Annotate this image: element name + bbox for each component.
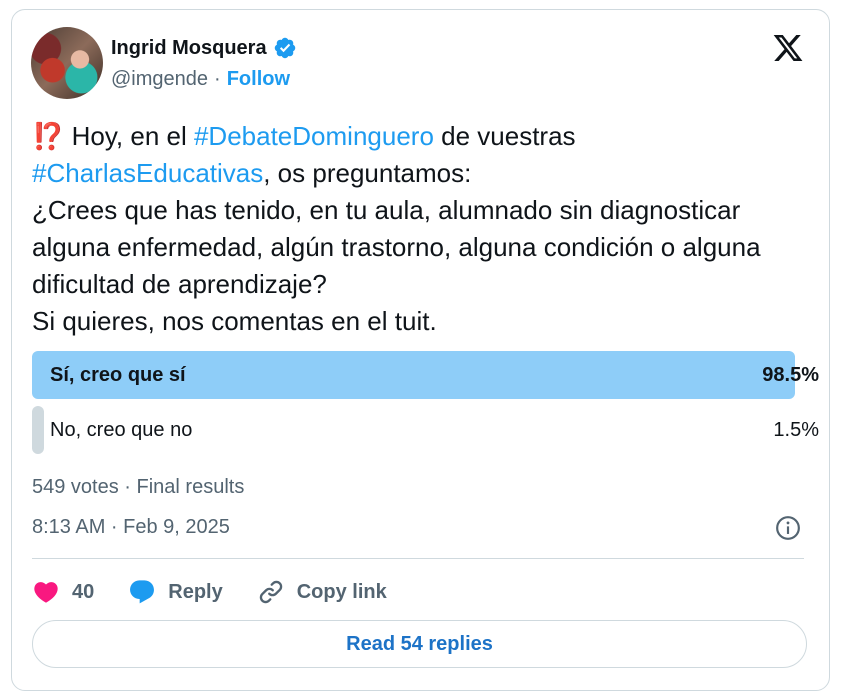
- tweet-text-question: ¿Crees que has tenido, en tu aula, alumn…: [32, 195, 761, 299]
- author-handle[interactable]: @imgende: [111, 68, 208, 91]
- handle-separator: ·: [214, 68, 221, 90]
- like-count: 40: [72, 580, 95, 603]
- hashtag-link[interactable]: #CharlasEducativas: [32, 158, 263, 188]
- divider: [32, 558, 804, 559]
- follow-link[interactable]: Follow: [227, 68, 290, 91]
- poll-option-label: No, creo que no: [50, 419, 193, 441]
- tweet-timestamp[interactable]: 8:13 AM · Feb 9, 2025: [32, 516, 230, 539]
- poll-option-percent: 98.5%: [762, 364, 819, 386]
- author-handle-row: @imgende · Follow: [111, 68, 290, 91]
- poll-results-meta: 549 votes · Final results: [32, 476, 245, 498]
- heart-icon: [32, 578, 60, 606]
- tweet-text: ⁉️ Hoy, en el #DebateDominguero de vuest…: [32, 118, 812, 340]
- tweet-embed-card: Ingrid Mosquera @imgende · Follow ⁉️ Hoy…: [11, 9, 830, 691]
- x-logo-icon[interactable]: [771, 32, 805, 64]
- info-icon[interactable]: [775, 515, 801, 541]
- poll-bar: [32, 406, 44, 454]
- author-name[interactable]: Ingrid Mosquera: [111, 37, 267, 60]
- tweet-text-part: , os preguntamos:: [263, 158, 472, 188]
- reply-label: Reply: [168, 580, 223, 603]
- tweet-text-part: de vuestras: [433, 121, 576, 151]
- poll-option-percent: 1.5%: [773, 419, 819, 441]
- author-name-row: Ingrid Mosquera: [111, 34, 297, 62]
- like-button[interactable]: 40: [32, 578, 94, 606]
- tweet-text-closing: Si quieres, nos comentas en el tuit.: [32, 306, 437, 336]
- hashtag-link[interactable]: #DebateDominguero: [194, 121, 434, 151]
- copy-link-label: Copy link: [296, 580, 387, 603]
- poll-option-label: Sí, creo que sí: [50, 364, 186, 386]
- poll-option: No, creo que no 1.5%: [32, 406, 819, 454]
- reply-button[interactable]: Reply: [128, 578, 223, 606]
- speech-bubble-icon: [128, 578, 156, 606]
- action-bar: 40 Reply Copy link: [32, 572, 421, 612]
- copy-link-button[interactable]: Copy link: [257, 578, 387, 606]
- interrobang-emoji: ⁉️: [32, 121, 65, 151]
- avatar[interactable]: [31, 27, 103, 99]
- tweet-text-part: Hoy, en el: [64, 121, 194, 151]
- read-replies-button[interactable]: Read 54 replies: [32, 620, 807, 668]
- link-icon: [257, 578, 285, 606]
- verified-badge-icon: [273, 36, 297, 60]
- poll-option: Sí, creo que sí 98.5%: [32, 351, 819, 399]
